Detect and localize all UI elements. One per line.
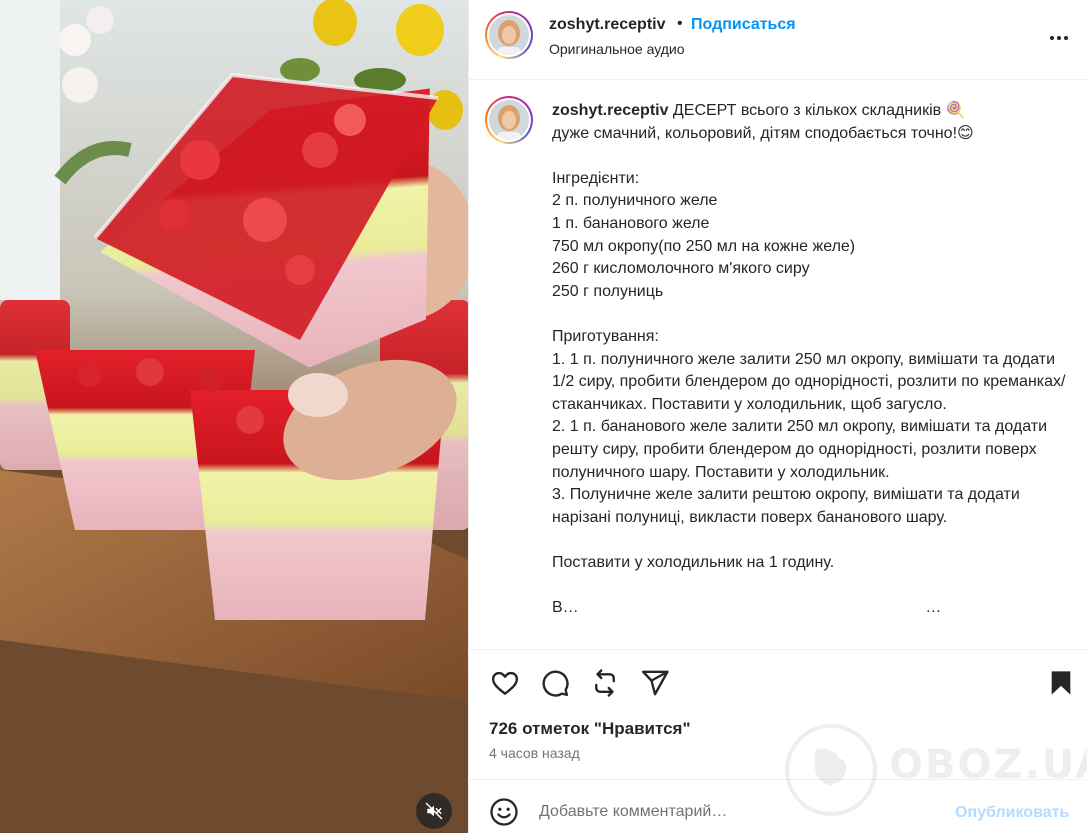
post-timestamp[interactable]: 4 часов назад: [489, 745, 580, 761]
publish-button[interactable]: Опубликовать: [955, 804, 1069, 822]
post-details-panel: zoshyt.receptiv • Подписаться Оригинальн…: [468, 0, 1087, 833]
likes-count[interactable]: 726 отметок "Нравится": [489, 719, 691, 739]
caption-title: ДЕСЕРТ всього з кількох складників 🍭: [668, 102, 966, 119]
post-media[interactable]: [0, 0, 468, 833]
mute-toggle-button[interactable]: [416, 793, 452, 829]
caption-username[interactable]: zoshyt.receptiv: [552, 102, 668, 119]
comment-button[interactable]: [539, 667, 571, 699]
avatar-photo: [489, 15, 529, 55]
audio-label[interactable]: Оригинальное аудио: [549, 41, 685, 57]
avatar[interactable]: [485, 11, 533, 59]
like-icon: [491, 671, 519, 695]
emoji-icon: [490, 798, 518, 826]
separator-dot: •: [677, 15, 683, 32]
caption-area: zoshyt.receptiv ДЕСЕРТ всього з кількох …: [469, 81, 1087, 649]
post-header: zoshyt.receptiv • Подписаться Оригинальн…: [469, 0, 1087, 80]
comment-input[interactable]: [539, 798, 939, 826]
share-button[interactable]: [639, 667, 671, 699]
repost-icon: [595, 669, 615, 697]
repost-button[interactable]: [589, 667, 621, 699]
follow-button[interactable]: Подписаться: [691, 16, 796, 34]
bookmark-icon: [1051, 671, 1071, 695]
like-button[interactable]: [489, 667, 521, 699]
muted-icon: [425, 802, 443, 820]
emoji-button[interactable]: [489, 797, 521, 829]
save-button[interactable]: [1045, 667, 1077, 699]
post-actions: 726 отметок "Нравится" 4 часов назад: [469, 649, 1087, 779]
caption-avatar[interactable]: [485, 96, 533, 144]
more-options-button[interactable]: [1047, 26, 1071, 50]
caption-text: zoshyt.receptiv ДЕСЕРТ всього з кількох …: [552, 100, 1072, 620]
comment-bar: Опубликовать: [469, 779, 1087, 833]
share-icon: [641, 670, 669, 696]
comment-icon: [542, 670, 569, 697]
avatar-photo: [489, 100, 529, 140]
more-icon: [1050, 36, 1068, 40]
caption-body: дуже смачний, кольоровий, дітям сподобає…: [552, 124, 1066, 617]
dessert-photo: [0, 0, 468, 833]
author-username[interactable]: zoshyt.receptiv: [549, 16, 665, 34]
